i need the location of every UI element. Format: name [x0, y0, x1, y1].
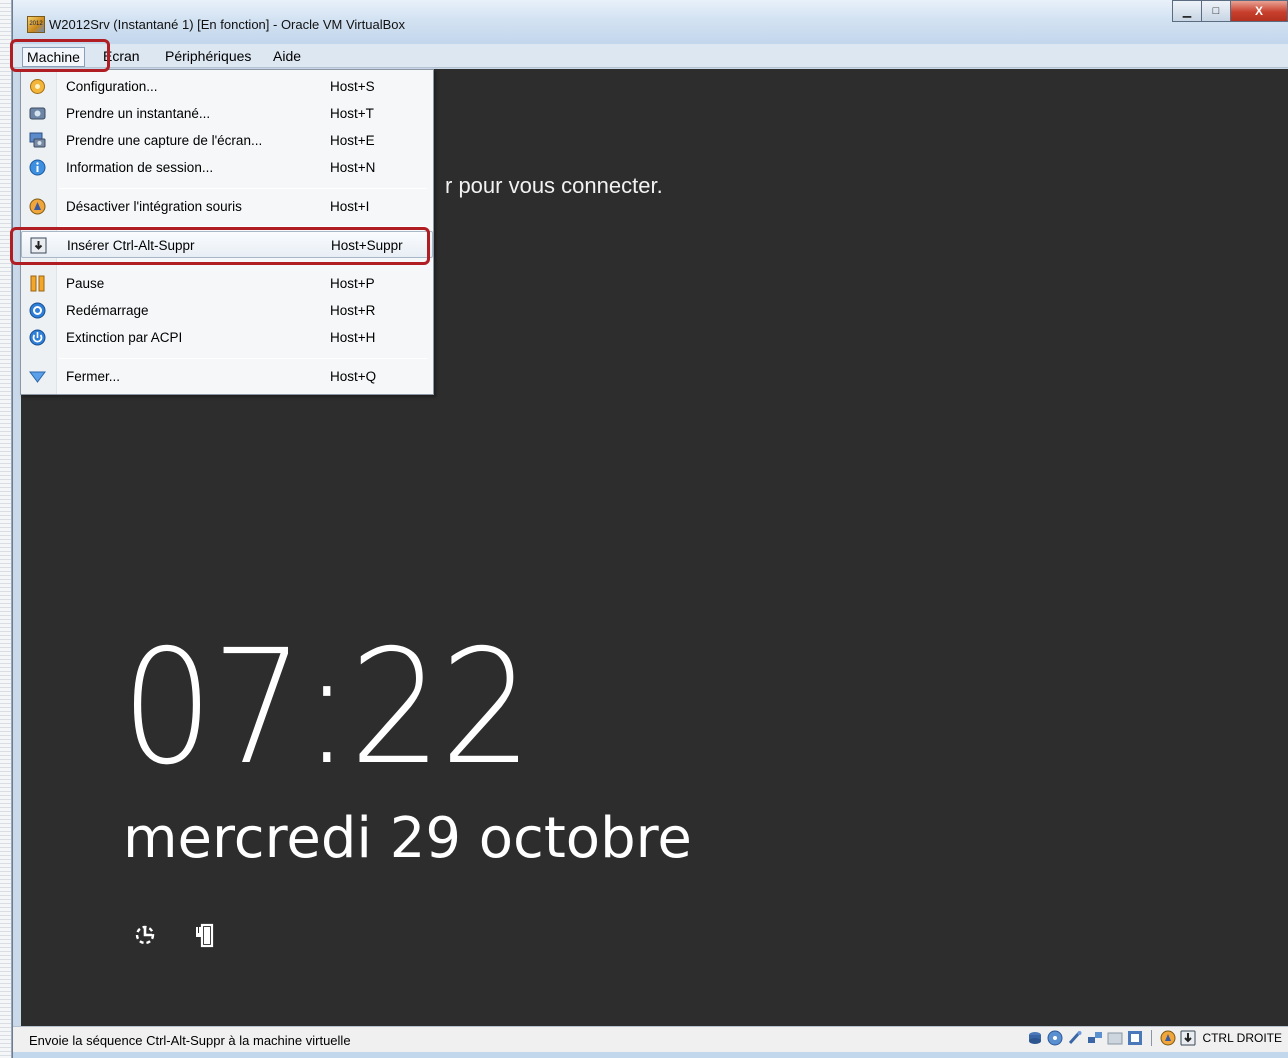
reset-icon [29, 302, 46, 319]
title-bar[interactable]: 2012 W2012Srv (Instantané 1) [En fonctio… [13, 0, 1288, 44]
camera-icon [29, 105, 46, 122]
window-controls: ▁ □ X [1172, 0, 1288, 22]
lock-screen-hint: r pour vous connecter. [445, 173, 663, 198]
menu-separator [59, 188, 427, 189]
menu-item-acpi-shutdown[interactable]: Extinction par ACPI Host+H [21, 324, 433, 351]
highlight-insert-ctrl-alt-del [10, 227, 430, 265]
close-down-icon [29, 368, 46, 385]
menu-separator [59, 358, 427, 359]
menu-item-shortcut: Host+E [330, 133, 375, 148]
menu-item-reset[interactable]: Redémarrage Host+R [21, 297, 433, 324]
menu-item-label: Prendre une capture de l'écran... [66, 133, 263, 148]
menu-item-label: Redémarrage [66, 303, 149, 318]
menu-item-shortcut: Host+H [330, 330, 376, 345]
background-window-edge [0, 0, 12, 1058]
status-message: Envoie la séquence Ctrl-Alt-Suppr à la m… [29, 1033, 351, 1048]
menu-item-disable-mouse-integration[interactable]: Désactiver l'intégration souris Host+I [21, 193, 433, 220]
usb-icon[interactable] [1067, 1030, 1083, 1046]
shared-folders-icon[interactable] [1107, 1030, 1123, 1046]
menu-item-shortcut: Host+N [330, 160, 376, 175]
menu-item-shortcut: Host+S [330, 79, 375, 94]
lock-screen-date: mercredi 29 octobre [123, 806, 692, 871]
menu-item-label: Information de session... [66, 160, 214, 175]
pause-icon [29, 275, 46, 292]
menu-item-pause[interactable]: Pause Host+P [21, 270, 433, 297]
keyboard-capture-icon[interactable] [1180, 1030, 1196, 1046]
menu-bar: Machine Écran Périphériques Aide [13, 44, 1288, 68]
mouse-integration-icon[interactable] [1160, 1030, 1176, 1046]
menu-item-screenshot[interactable]: Prendre une capture de l'écran... Host+E [21, 127, 433, 154]
lock-screen-time: 07:22 [121, 616, 533, 800]
highlight-machine-menu [10, 39, 110, 72]
host-key-label: CTRL DROITE [1202, 1031, 1282, 1045]
virtualbox-app-icon[interactable]: 2012 [27, 16, 45, 33]
menu-item-snapshot[interactable]: Prendre un instantané... Host+T [21, 100, 433, 127]
window-bottom-border [13, 1052, 1288, 1058]
lock-screen-status-icons [133, 921, 217, 949]
menu-item-shortcut: Host+R [330, 303, 376, 318]
menu-item-shortcut: Host+Q [330, 369, 377, 384]
menu-peripheriques[interactable]: Périphériques [161, 47, 255, 65]
menu-item-label: Configuration... [66, 79, 158, 94]
menu-item-label: Pause [66, 276, 105, 291]
status-bar: Envoie la séquence Ctrl-Alt-Suppr à la m… [13, 1026, 1288, 1052]
menu-aide[interactable]: Aide [269, 47, 305, 65]
menu-item-shortcut: Host+I [330, 199, 370, 214]
menu-item-label: Désactiver l'intégration souris [66, 199, 242, 214]
tray-separator [1151, 1030, 1153, 1046]
hard-disk-icon[interactable] [1027, 1030, 1043, 1046]
network-icon[interactable] [1087, 1030, 1103, 1046]
optical-drive-icon[interactable] [1047, 1030, 1063, 1046]
close-button[interactable]: X [1230, 0, 1288, 22]
menu-item-label: Fermer... [66, 369, 121, 384]
minimize-button[interactable]: ▁ [1172, 0, 1202, 22]
menu-item-close[interactable]: Fermer... Host+Q [21, 363, 433, 390]
menu-item-session-info[interactable]: Information de session... Host+N [21, 154, 433, 181]
menu-item-label: Prendre un instantané... [66, 106, 211, 121]
gear-icon [29, 78, 46, 95]
info-icon [29, 159, 46, 176]
mouse-integration-icon [29, 198, 46, 215]
status-tray: CTRL DROITE [1027, 1030, 1282, 1046]
menu-item-shortcut: Host+P [330, 276, 375, 291]
maximize-button[interactable]: □ [1201, 0, 1231, 22]
ease-of-access-icon [135, 925, 155, 945]
capture-icon[interactable] [1127, 1030, 1143, 1046]
window-title: W2012Srv (Instantané 1) [En fonction] - … [49, 17, 405, 32]
menu-item-shortcut: Host+T [330, 106, 374, 121]
power-icon [29, 329, 46, 346]
menu-item-configuration[interactable]: Configuration... Host+S [21, 73, 433, 100]
menu-item-label: Extinction par ACPI [66, 330, 183, 345]
battery-icon [196, 923, 214, 948]
screenshot-icon [29, 132, 46, 149]
